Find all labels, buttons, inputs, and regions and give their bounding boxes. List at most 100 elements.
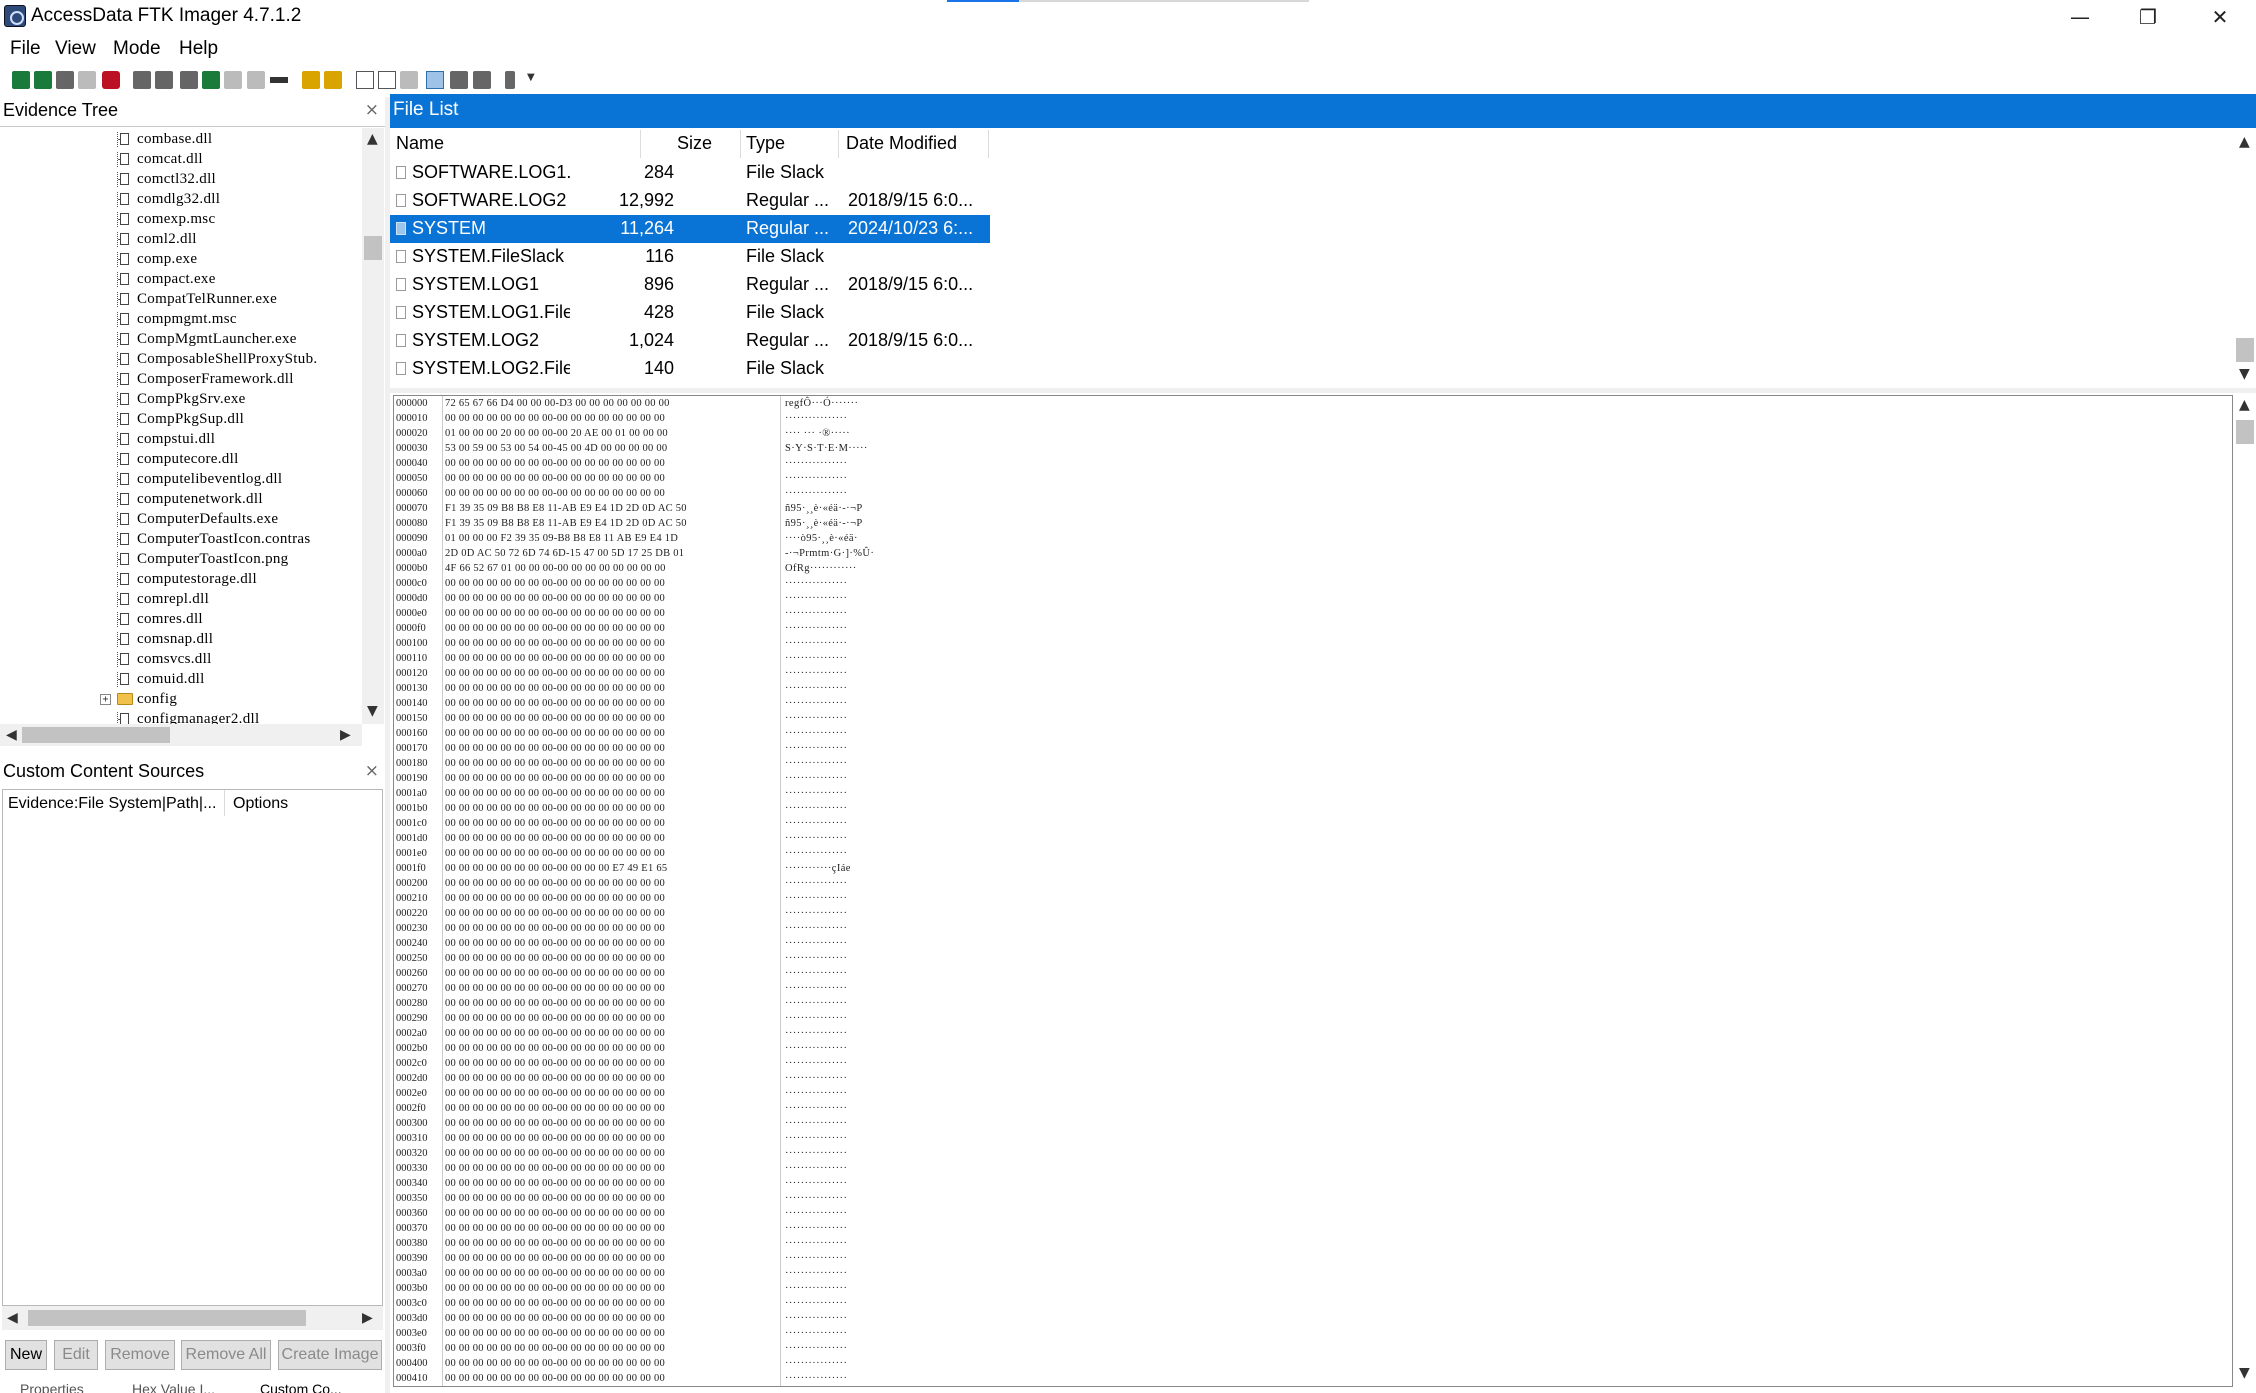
column-separator[interactable] (740, 130, 741, 158)
scroll-up-icon[interactable]: ▲ (2239, 134, 2250, 150)
tree-item[interactable]: CompPkgSrv.exe (0, 390, 362, 410)
file-list-row[interactable]: SYSTEM.FileSlack 116 File Slack (390, 243, 990, 271)
image-mounting-icon[interactable] (56, 71, 74, 89)
tree-folder-config[interactable]: + config (0, 690, 362, 710)
tree-item[interactable]: comp.exe (0, 250, 362, 270)
tree-item[interactable]: CompatTelRunner.exe (0, 290, 362, 310)
column-header-options[interactable]: Options (233, 795, 288, 813)
scroll-thumb[interactable] (364, 236, 382, 260)
tree-item[interactable]: combase.dll (0, 130, 362, 150)
hex-vscrollbar[interactable]: ▲ ▼ (2234, 395, 2256, 1387)
column-header-size[interactable]: Size (642, 133, 712, 154)
menu-view[interactable]: View (55, 38, 96, 60)
column-separator[interactable] (838, 130, 839, 158)
create-disk-image-icon[interactable] (133, 71, 151, 89)
tree-item[interactable]: coml2.dll (0, 230, 362, 250)
column-header-date-modified[interactable]: Date Modified (846, 133, 957, 154)
tab-custom-content[interactable]: Custom Co... (260, 1381, 342, 1393)
minimize-button[interactable]: — (2046, 0, 2114, 34)
edit-button[interactable]: Edit (54, 1340, 98, 1370)
tab-properties[interactable]: Properties (20, 1381, 84, 1393)
capture-memory-icon[interactable] (302, 71, 320, 89)
tree-item[interactable]: ComputerToastIcon.contras (0, 530, 362, 550)
remove-all-button[interactable]: Remove All (181, 1340, 271, 1370)
tree-item[interactable]: computelibeventlog.dll (0, 470, 362, 490)
scroll-thumb[interactable] (2236, 420, 2254, 444)
tree-item[interactable]: compstui.dll (0, 430, 362, 450)
add-all-evidence-icon[interactable] (34, 71, 52, 89)
plus-box-icon[interactable]: + (100, 694, 111, 705)
tree-item[interactable]: computenetwork.dll (0, 490, 362, 510)
column-header-type[interactable]: Type (746, 133, 785, 154)
add-evidence-icon[interactable] (12, 71, 30, 89)
scroll-down-icon[interactable]: ▼ (2239, 366, 2250, 382)
scroll-left-icon[interactable]: ◀ (7, 1310, 18, 1326)
file-list-row[interactable]: SYSTEM 11,264 Regular ... 2024/10/23 6:... (390, 215, 990, 243)
scroll-thumb[interactable] (28, 1310, 306, 1326)
menu-file[interactable]: File (10, 38, 41, 60)
file-list-row[interactable]: SYSTEM.LOG2.FileSlack 140 File Slack (390, 355, 990, 383)
pane-splitter[interactable] (390, 388, 2256, 393)
scroll-right-icon[interactable]: ▶ (362, 1310, 373, 1326)
column-separator[interactable] (640, 130, 641, 158)
verify-drive-icon[interactable] (270, 77, 288, 83)
column-header-name[interactable]: Name (396, 133, 444, 154)
scroll-right-icon[interactable]: ▶ (340, 727, 351, 743)
tree-item[interactable]: compmgmt.msc (0, 310, 362, 330)
scroll-up-icon[interactable]: ▲ (2239, 397, 2250, 413)
scroll-down-icon[interactable]: ▼ (2239, 1365, 2250, 1381)
tree-item[interactable]: compact.exe (0, 270, 362, 290)
tree-item[interactable]: comres.dll (0, 610, 362, 630)
tab-hex-value-interpreter[interactable]: Hex Value I... (132, 1381, 215, 1393)
decrypt-icon[interactable] (247, 71, 265, 89)
file-list-row[interactable]: SYSTEM.LOG1.FileSlack 428 File Slack (390, 299, 990, 327)
tree-item[interactable]: ComputerDefaults.exe (0, 510, 362, 530)
dropdown-arrow-icon[interactable]: ▼ (527, 72, 535, 83)
file-list-row[interactable]: SOFTWARE.LOG2 12,992 Regular ... 2018/9/15 … (390, 187, 990, 215)
export-file-hash-list-icon[interactable] (378, 71, 396, 89)
scroll-thumb[interactable] (2236, 338, 2254, 362)
scroll-thumb[interactable] (22, 727, 170, 743)
tree-item[interactable]: ComposerFramework.dll (0, 370, 362, 390)
scroll-down-icon[interactable]: ▼ (367, 703, 378, 719)
auto-view-icon[interactable] (426, 71, 444, 89)
column-header-evidence[interactable]: Evidence:File System|Path|... (8, 795, 216, 813)
tree-item[interactable]: computecore.dll (0, 450, 362, 470)
tree-item[interactable]: comdlg32.dll (0, 190, 362, 210)
tree-item[interactable]: comrepl.dll (0, 590, 362, 610)
close-button[interactable]: ✕ (2186, 0, 2254, 34)
tree-item[interactable]: comexp.msc (0, 210, 362, 230)
scroll-up-icon[interactable]: ▲ (367, 131, 378, 147)
file-list-row[interactable]: SYSTEM.LOG2 1,024 Regular ... 2018/9/15 6:0… (390, 327, 990, 355)
text-view-icon[interactable] (450, 71, 468, 89)
tree-item[interactable]: configmanager2.dll (0, 710, 362, 724)
file-list-vscrollbar[interactable]: ▲ ▼ (2234, 130, 2256, 388)
export-disk-image-icon[interactable] (155, 71, 173, 89)
custom-content-close-icon[interactable]: × (365, 761, 379, 781)
tree-item[interactable]: computestorage.dll (0, 570, 362, 590)
tree-item[interactable]: comuid.dll (0, 670, 362, 690)
tree-item[interactable]: comctl32.dll (0, 170, 362, 190)
evidence-tree-close-icon[interactable]: × (365, 100, 379, 120)
evidence-tree-vscrollbar[interactable]: ▲ ▼ (362, 128, 384, 724)
help-icon[interactable] (505, 71, 515, 89)
tree-item[interactable]: ComputerToastIcon.png (0, 550, 362, 570)
menu-mode[interactable]: Mode (113, 38, 161, 60)
hex-view-icon[interactable] (473, 71, 491, 89)
column-separator[interactable] (224, 790, 225, 816)
obtain-protected-files-icon[interactable] (324, 71, 342, 89)
custom-content-list[interactable]: Evidence:File System|Path|... Options (2, 789, 383, 1306)
column-separator[interactable] (988, 130, 989, 158)
add-to-custom-content-icon[interactable] (202, 71, 220, 89)
remove-evidence-icon[interactable] (78, 71, 96, 89)
custom-content-hscrollbar[interactable]: ◀ ▶ (2, 1306, 383, 1330)
evidence-tree-hscrollbar[interactable]: ◀ ▶ (0, 724, 362, 746)
create-custom-content-icon[interactable] (224, 71, 242, 89)
tree-item[interactable]: comsnap.dll (0, 630, 362, 650)
create-image-button[interactable]: Create Image (278, 1340, 382, 1370)
tree-item[interactable]: ComposableShellProxyStub. (0, 350, 362, 370)
export-logical-image-icon[interactable] (180, 71, 198, 89)
export-directory-listing-icon[interactable] (400, 71, 418, 89)
tree-item[interactable]: CompPkgSup.dll (0, 410, 362, 430)
hex-viewer[interactable]: 000000 72 65 67 66 D4 00 00 00-D3 00 00 0… (393, 395, 2233, 1387)
